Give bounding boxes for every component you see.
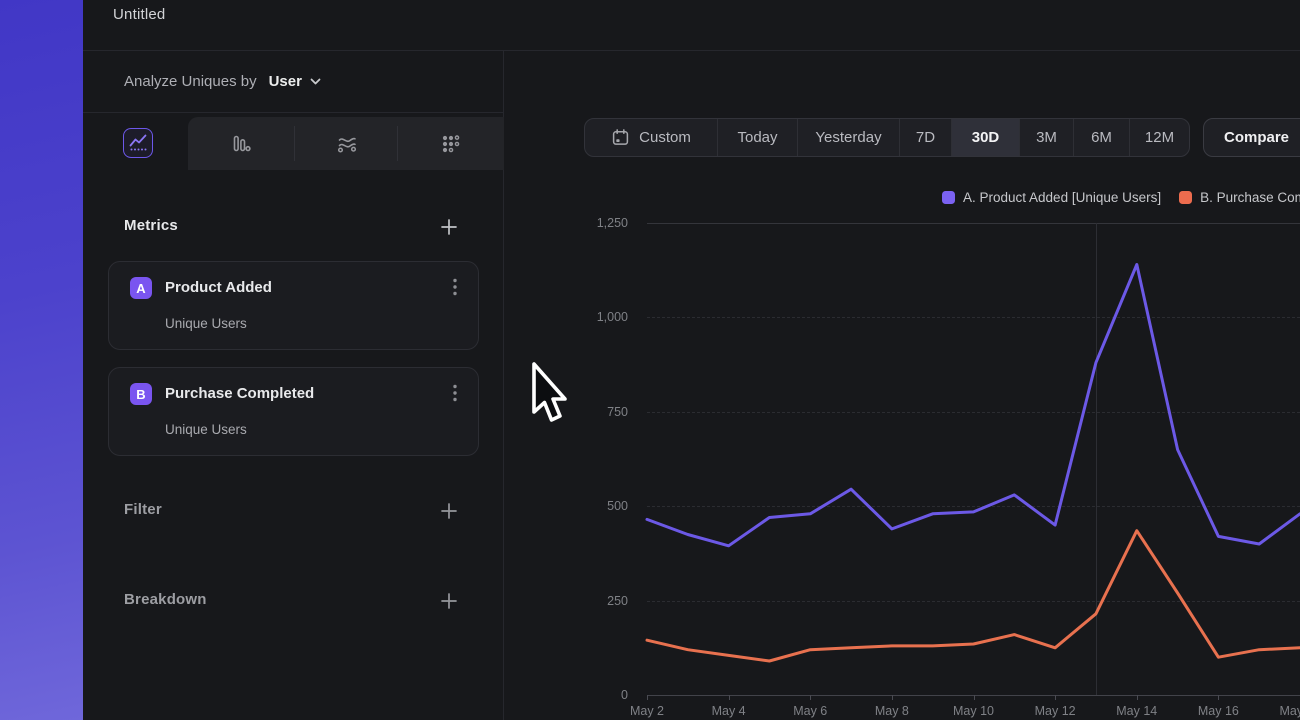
kebab-menu-icon [453,278,457,298]
bar-chart-icon [230,133,252,155]
flow-icon [335,132,359,156]
chevron-down-icon [310,78,321,86]
metric-title: Product Added [165,279,272,296]
tab-line-chart[interactable] [123,128,153,158]
x-axis-label: May 14 [1105,704,1169,718]
gridline [647,223,1300,224]
legend-item-a[interactable]: A. Product Added [Unique Users] [942,190,1161,205]
calendar-icon [611,128,630,147]
x-axis-tick [1137,695,1138,700]
x-axis-tick [810,695,811,700]
range-button-today[interactable]: Today [717,119,797,156]
range-label: 7D [916,129,935,146]
metric-subtitle: Unique Users [165,316,247,331]
analyze-value: User [269,73,302,90]
gridline [647,412,1300,413]
gridline [647,601,1300,602]
divider [83,112,503,113]
gridline [647,506,1300,507]
kebab-menu-icon [453,384,457,404]
range-button-custom[interactable]: Custom [585,119,717,156]
y-axis-label: 0 [558,688,628,702]
legend-swatch [1179,191,1192,204]
range-label: Custom [639,129,691,146]
desktop-gradient-background [0,0,83,720]
tab-bar-chart[interactable] [188,117,293,170]
metric-card-list: A Product Added Unique Users B Purchase Comp… [108,261,479,473]
x-axis-tick [729,695,730,700]
add-breakdown-button[interactable] [439,591,459,611]
sidebar: Analyze Uniques by User [83,51,504,720]
metric-card[interactable]: B Purchase Completed Unique Users [108,367,479,456]
title-bar: Untitled [83,0,1300,51]
range-label: 6M [1091,129,1112,146]
app-screen: Untitled Analyze Uniques by User [0,0,1300,720]
range-button-6m[interactable]: 6M [1073,119,1129,156]
y-axis-label: 1,000 [558,310,628,324]
metric-title: Purchase Completed [165,385,314,402]
legend-label: B. Purchase Completed [Unique Users] [1200,190,1300,205]
metric-badge: B [130,383,152,405]
x-axis-label: May 4 [697,704,761,718]
legend-item-b[interactable]: B. Purchase Completed [Unique Users] [1179,190,1300,205]
x-axis-label: May 6 [778,704,842,718]
range-label: Today [737,129,777,146]
tab-group [188,117,504,170]
chart-legend: A. Product Added [Unique Users] B. Purcha… [942,190,1300,205]
legend-label: A. Product Added [Unique Users] [963,190,1161,205]
x-axis-label: May 16 [1186,704,1250,718]
x-axis-tick [1218,695,1219,700]
y-axis-label: 1,250 [558,216,628,230]
add-metric-button[interactable] [439,217,459,237]
range-button-7d[interactable]: 7D [899,119,951,156]
x-axis-tick [974,695,975,700]
tab-retention-grid[interactable] [397,117,504,170]
retention-grid-icon [440,133,462,155]
metrics-heading: Metrics [124,217,178,234]
mouse-cursor [530,360,568,432]
y-axis-label: 750 [558,405,628,419]
analyze-label: Analyze Uniques by [124,73,257,90]
x-axis-label: May 8 [860,704,924,718]
metric-options-button[interactable] [448,278,462,300]
range-label: 30D [972,129,1000,146]
gridline [647,317,1300,318]
date-range-selector: Custom Today Yesterday 7D 30D 3M 6M 12M [584,118,1190,157]
analyze-uniques-dropdown[interactable]: Analyze Uniques by User [124,73,321,90]
breakdown-heading: Breakdown [124,591,207,608]
series-line-b [647,531,1300,661]
range-label: 12M [1145,129,1174,146]
y-axis-label: 500 [558,499,628,513]
line-chart-icon [127,132,149,154]
legend-swatch [942,191,955,204]
tab-flow[interactable] [294,117,399,170]
x-axis-label: May 2 [615,704,679,718]
metric-options-button[interactable] [448,384,462,406]
y-axis-label: 250 [558,594,628,608]
plus-icon [441,503,457,519]
report-title[interactable]: Untitled [113,6,165,23]
range-button-yesterday[interactable]: Yesterday [797,119,899,156]
metric-card[interactable]: A Product Added Unique Users [108,261,479,350]
x-axis-label: May 10 [942,704,1006,718]
x-axis-tick [1055,695,1056,700]
x-axis-label: May 12 [1023,704,1087,718]
plus-icon [441,219,457,235]
x-axis-tick [647,695,648,700]
range-button-12m[interactable]: 12M [1129,119,1189,156]
metric-badge: A [130,277,152,299]
x-axis-label: May 18 [1268,704,1300,718]
x-axis-tick [892,695,893,700]
series-line-a [647,265,1300,546]
range-button-30d[interactable]: 30D [951,119,1019,156]
metric-subtitle: Unique Users [165,422,247,437]
add-filter-button[interactable] [439,501,459,521]
plus-icon [441,593,457,609]
compare-button[interactable]: Compare [1203,118,1300,157]
range-button-3m[interactable]: 3M [1019,119,1073,156]
range-label: 3M [1036,129,1057,146]
range-label: Yesterday [815,129,881,146]
filter-heading: Filter [124,501,162,518]
vertical-gridline [1096,223,1097,695]
